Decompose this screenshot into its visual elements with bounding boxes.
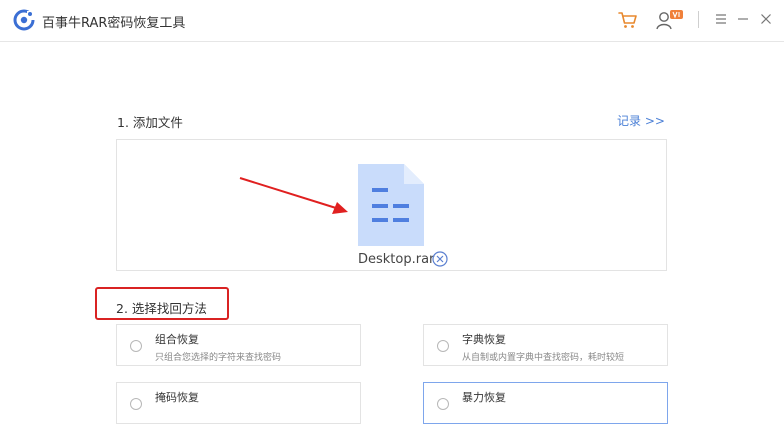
- document-file-icon[interactable]: [358, 164, 424, 246]
- option-label: 字典恢复: [462, 333, 506, 346]
- option-description: 只组合您选择的字符来查找密码: [155, 353, 282, 363]
- records-link[interactable]: 记录 >>: [617, 112, 665, 129]
- minimize-icon[interactable]: [737, 13, 749, 25]
- choose-method-heading: 2. 选择找回方法: [116, 301, 207, 316]
- user-vip-icon[interactable]: [655, 9, 685, 31]
- remove-file-icon[interactable]: [432, 251, 448, 267]
- radio-button[interactable]: [437, 340, 449, 352]
- cart-icon[interactable]: [618, 10, 638, 30]
- option-dictionary-recovery[interactable]: 字典恢复 从自制或内置字典中查找密码，耗时较短: [423, 324, 668, 366]
- annotation-arrow: [239, 177, 348, 214]
- radio-button[interactable]: [130, 340, 142, 352]
- option-label: 组合恢复: [155, 333, 199, 346]
- option-description: 从自制或内置字典中查找密码，耗时较短: [462, 353, 625, 363]
- app-logo-icon: [13, 9, 35, 31]
- close-icon[interactable]: [760, 13, 772, 25]
- option-label: 掩码恢复: [155, 391, 199, 404]
- file-name: Desktop.rar: [358, 252, 435, 267]
- option-mask-recovery[interactable]: 掩码恢复: [116, 382, 361, 424]
- option-combination-recovery[interactable]: 组合恢复 只组合您选择的字符来查找密码: [116, 324, 361, 366]
- app-title: 百事牛RAR密码恢复工具: [42, 16, 186, 31]
- option-label: 暴力恢复: [462, 391, 506, 404]
- title-bar: 百事牛RAR密码恢复工具: [0, 0, 784, 42]
- titlebar-divider: [698, 11, 699, 28]
- option-brute-force-recovery[interactable]: 暴力恢复: [423, 382, 668, 424]
- menu-icon[interactable]: [715, 13, 727, 25]
- add-file-heading: 1. 添加文件: [117, 115, 183, 130]
